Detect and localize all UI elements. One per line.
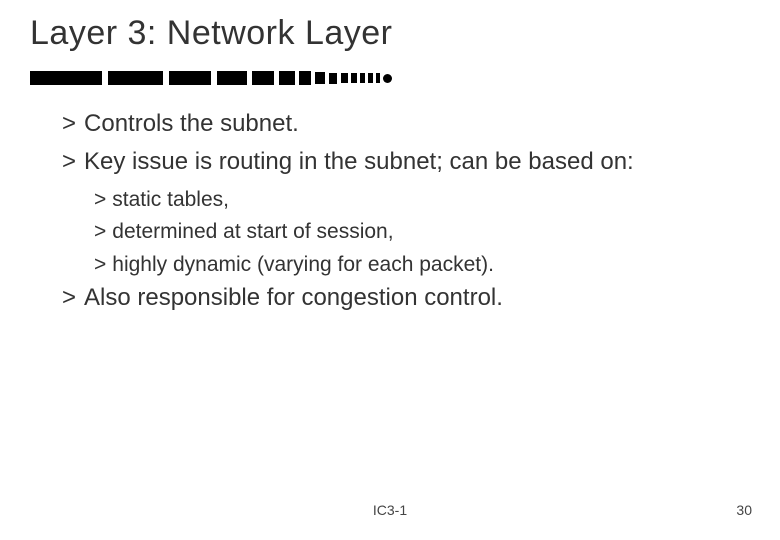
bullet-marker: >	[94, 217, 106, 247]
bullet-text: static tables,	[112, 185, 229, 215]
page-number: 30	[736, 502, 752, 518]
bullet-sub-item: > highly dynamic (varying for each packe…	[94, 250, 750, 280]
content-area: > Controls the subnet. > Key issue is ro…	[62, 108, 750, 320]
bullet-text: Also responsible for congestion control.	[84, 282, 503, 314]
bullet-marker: >	[94, 185, 106, 215]
bullet-text: highly dynamic (varying for each packet)…	[112, 250, 494, 280]
bullet-marker: >	[62, 282, 76, 314]
bullet-text: Key issue is routing in the subnet; can …	[84, 146, 634, 178]
bullet-item: > Also responsible for congestion contro…	[62, 282, 750, 314]
bullet-marker: >	[62, 146, 76, 178]
title-ornament	[30, 68, 450, 88]
bullet-sub-item: > static tables,	[94, 185, 750, 215]
bullet-item: > Controls the subnet.	[62, 108, 750, 140]
slide: Layer 3: Network Layer > Contro	[0, 0, 780, 540]
bullet-text: determined at start of session,	[112, 217, 393, 247]
bullet-text: Controls the subnet.	[84, 108, 299, 140]
bullet-marker: >	[94, 250, 106, 280]
bullet-marker: >	[62, 108, 76, 140]
bullet-item: > Key issue is routing in the subnet; ca…	[62, 146, 750, 178]
bullet-sub-item: > determined at start of session,	[94, 217, 750, 247]
footer-code: IC3-1	[0, 502, 780, 518]
slide-title: Layer 3: Network Layer	[30, 14, 393, 53]
